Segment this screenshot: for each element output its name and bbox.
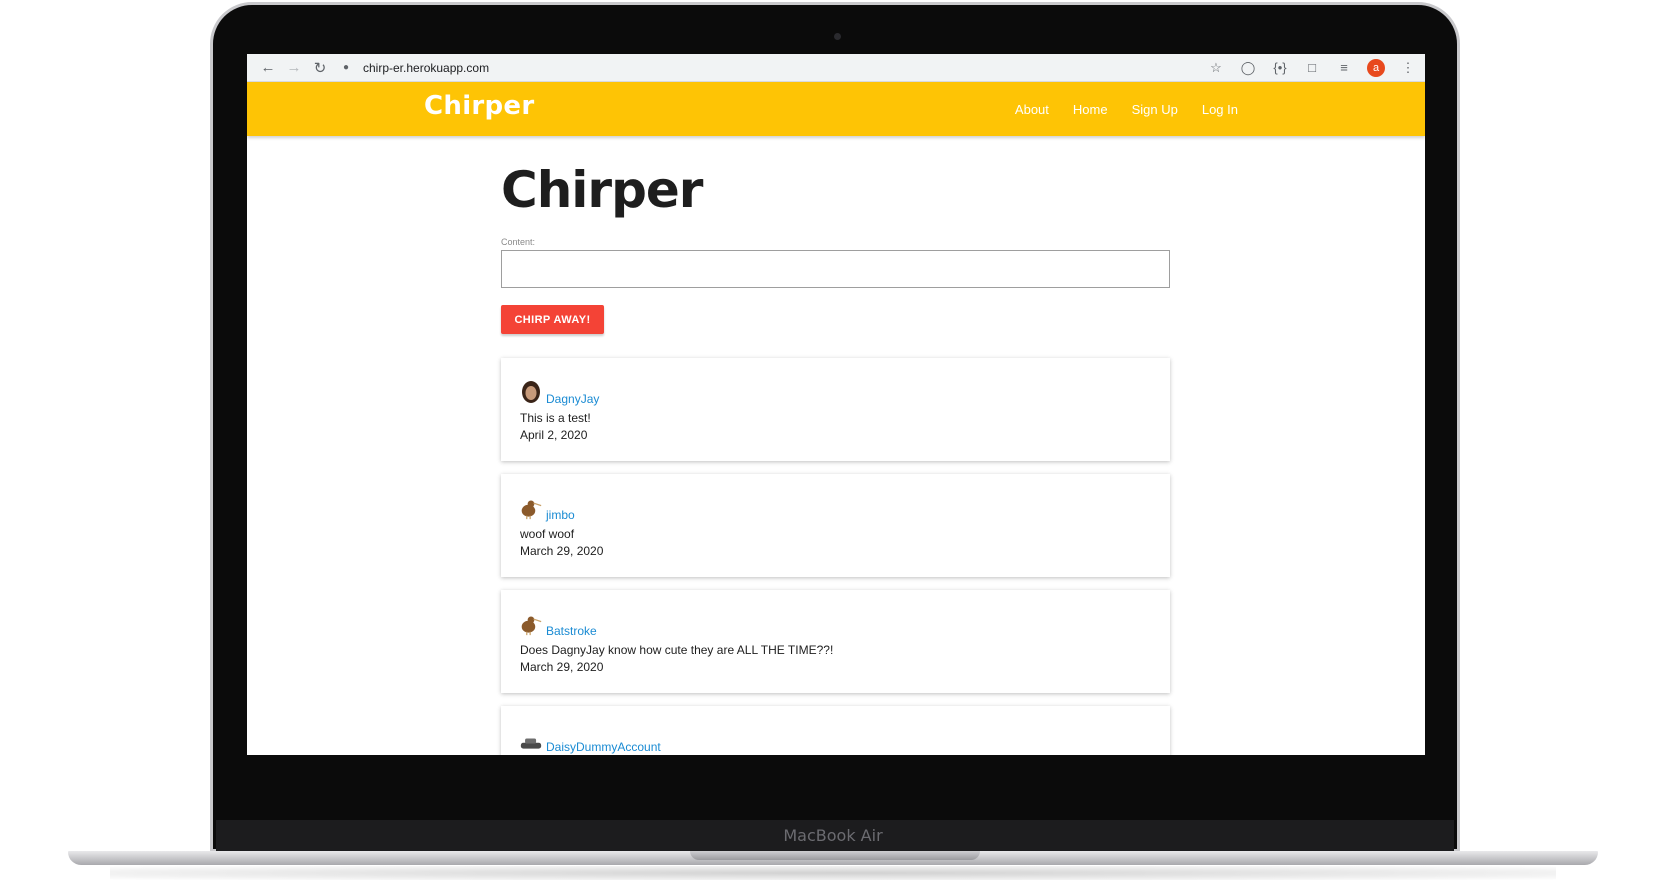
- laptop-label: MacBook Air: [783, 826, 883, 845]
- post-card: Batstroke Does DagnyJay know how cute th…: [501, 590, 1170, 693]
- nav-about[interactable]: About: [1015, 102, 1049, 117]
- nav-home[interactable]: Home: [1073, 102, 1108, 117]
- post-card: DaisyDummyAccount: [501, 706, 1170, 755]
- code-icon[interactable]: {•}: [1271, 60, 1289, 75]
- reload-icon[interactable]: ↻: [307, 59, 333, 77]
- post-header: jimbo: [520, 492, 1151, 522]
- post-username[interactable]: jimbo: [546, 508, 575, 522]
- post-text: This is a test!: [520, 411, 591, 425]
- content-label: Content:: [501, 237, 536, 247]
- star-icon[interactable]: ☆: [1207, 60, 1225, 76]
- post-card: jimbo woof woof March 29, 2020: [501, 474, 1170, 577]
- post-header: DagnyJay: [520, 376, 1151, 406]
- back-icon[interactable]: ←: [255, 59, 281, 76]
- camera-icon: [834, 33, 841, 40]
- lock-icon: ●: [343, 62, 350, 73]
- media-icon[interactable]: ≡: [1335, 60, 1353, 75]
- post-list: DagnyJay This is a test! April 2, 2020 j…: [501, 358, 1171, 755]
- car-avatar: [520, 738, 542, 749]
- profile-avatar[interactable]: a: [1367, 58, 1385, 77]
- post-username[interactable]: DaisyDummyAccount: [546, 740, 661, 754]
- person-avatar: [522, 381, 540, 403]
- blank-extension-icon[interactable]: □: [1303, 60, 1321, 75]
- screen: ← → ↻ ● chirp-er.herokuapp.com ☆ ◯ {•} □…: [247, 54, 1425, 755]
- site-navbar: Chirper About Home Sign Up Log In: [247, 82, 1425, 136]
- post-username[interactable]: DagnyJay: [546, 392, 599, 406]
- brand-logo[interactable]: Chirper: [424, 91, 535, 121]
- post-header: Batstroke: [520, 608, 1151, 638]
- main-content: Chirper Content: CHIRP AWAY! DagnyJay Th…: [501, 136, 1171, 755]
- address-bar[interactable]: ● chirp-er.herokuapp.com: [343, 61, 1207, 75]
- post-username[interactable]: Batstroke: [546, 624, 597, 638]
- nav-login[interactable]: Log In: [1202, 102, 1238, 117]
- url-text[interactable]: chirp-er.herokuapp.com: [363, 61, 489, 75]
- laptop-notch: [690, 851, 980, 860]
- chirp-away-button[interactable]: CHIRP AWAY!: [501, 305, 604, 334]
- browser-toolbar: ← → ↻ ● chirp-er.herokuapp.com ☆ ◯ {•} □…: [247, 54, 1425, 82]
- post-date: March 29, 2020: [520, 544, 604, 558]
- nav-signup[interactable]: Sign Up: [1132, 102, 1178, 117]
- post-date: April 2, 2020: [520, 428, 588, 442]
- laptop-shadow: [110, 866, 1556, 880]
- page-title: Chirper: [501, 161, 703, 219]
- post-card: DagnyJay This is a test! April 2, 2020: [501, 358, 1170, 461]
- extension-icon[interactable]: ◯: [1239, 60, 1257, 76]
- post-date: March 29, 2020: [520, 660, 604, 674]
- kiwi-bird-avatar: [521, 500, 542, 520]
- forward-icon[interactable]: →: [281, 59, 307, 76]
- chrome-toolbar-icons: ☆ ◯ {•} □ ≡ a ⋮: [1207, 58, 1417, 77]
- content-input[interactable]: [501, 250, 1170, 288]
- nav-links: About Home Sign Up Log In: [1015, 82, 1238, 136]
- post-text: Does DagnyJay know how cute they are ALL…: [520, 643, 834, 657]
- post-header: DaisyDummyAccount: [520, 724, 1151, 754]
- menu-icon[interactable]: ⋮: [1399, 60, 1417, 76]
- kiwi-bird-avatar: [521, 616, 542, 636]
- post-text: woof woof: [520, 527, 575, 541]
